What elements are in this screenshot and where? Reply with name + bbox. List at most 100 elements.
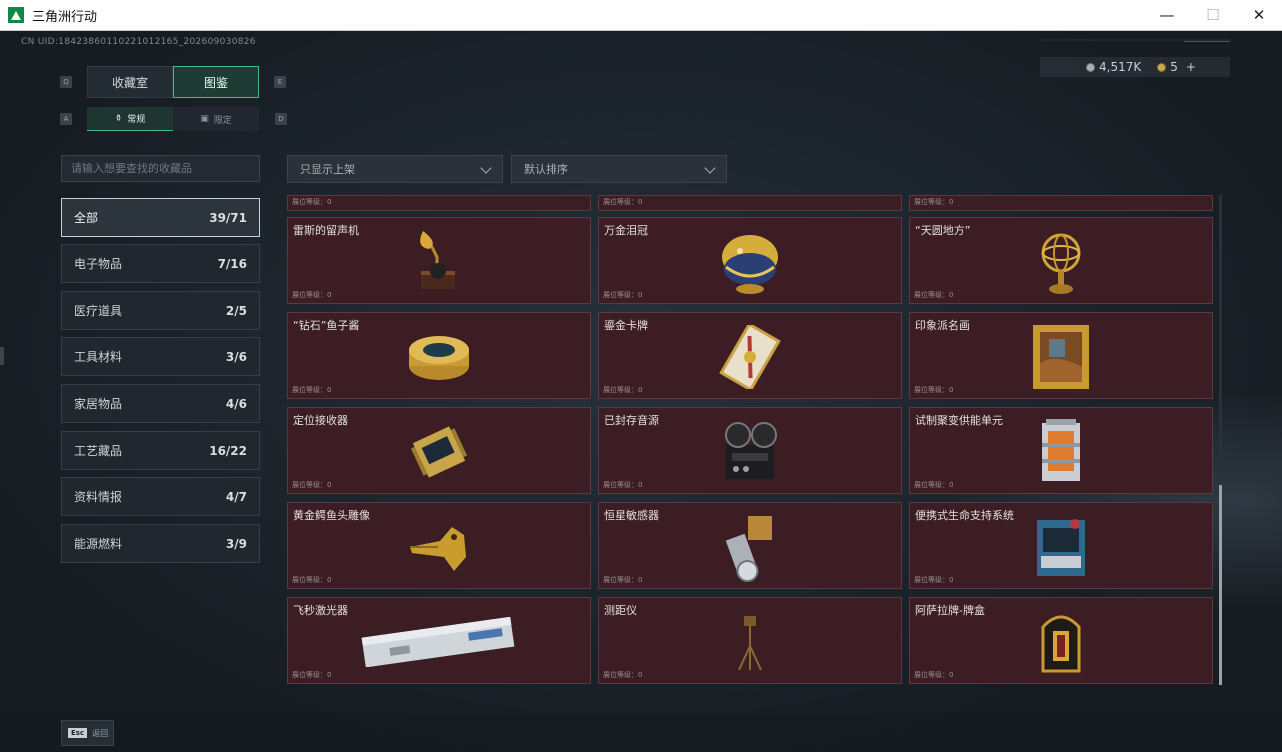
showcase-level: 展位等级：0 bbox=[914, 576, 954, 584]
item-name: 万金泪冠 bbox=[604, 224, 648, 237]
search-input[interactable] bbox=[61, 155, 260, 182]
armillary-sphere-icon bbox=[1036, 227, 1086, 297]
showcase-level: 展位等级：0 bbox=[914, 481, 954, 489]
collection-card-partial[interactable]: 展位等级：0 bbox=[598, 195, 902, 211]
chevron-down-icon bbox=[704, 162, 716, 174]
collection-card[interactable]: 黄金鳄鱼头雕像 展位等级：0 bbox=[287, 502, 591, 589]
minimize-button[interactable]: — bbox=[1144, 0, 1190, 30]
life-support-unit-icon bbox=[1031, 512, 1091, 582]
add-currency-button[interactable]: + bbox=[1186, 60, 1196, 74]
collection-card[interactable]: “钻石”鱼子酱 展位等级：0 bbox=[287, 312, 591, 399]
category-count: 4/7 bbox=[225, 489, 247, 504]
collection-card[interactable]: 万金泪冠 展位等级：0 bbox=[598, 217, 902, 304]
category-medical[interactable]: 医疗道具 2/5 bbox=[61, 291, 260, 330]
collection-card[interactable]: 印象派名画 展位等级：0 bbox=[909, 312, 1213, 399]
divider bbox=[1184, 41, 1230, 42]
collection-card[interactable]: 恒星敏感器 展位等级：0 bbox=[598, 502, 902, 589]
bottom-bar bbox=[0, 714, 1282, 752]
showcase-level: 展位等级：0 bbox=[603, 386, 643, 394]
collection-card-partial[interactable]: 展位等级：0 bbox=[287, 195, 591, 211]
showcase-level: 展位等级：0 bbox=[914, 671, 954, 679]
category-label: 医疗道具 bbox=[74, 304, 123, 318]
gold-amount: 5 bbox=[1170, 60, 1178, 74]
fusion-cell-icon bbox=[1036, 417, 1086, 487]
frame-icon: ▣ bbox=[200, 114, 209, 124]
category-count: 3/6 bbox=[225, 349, 247, 364]
scrollbar-thumb[interactable] bbox=[1219, 485, 1222, 685]
main-tabs: 收藏室 图鉴 bbox=[87, 66, 259, 98]
category-count: 7/16 bbox=[217, 256, 247, 271]
app-logo-icon bbox=[8, 7, 24, 23]
collection-card[interactable]: 定位接收器 展位等级：0 bbox=[287, 407, 591, 494]
key-hint-q: Q bbox=[60, 76, 72, 88]
tab-collection-room[interactable]: 收藏室 bbox=[87, 66, 173, 98]
item-name: 试制聚变供能单元 bbox=[915, 414, 1003, 427]
star-sensor-icon bbox=[722, 512, 778, 582]
category-label: 能源燃料 bbox=[74, 537, 123, 551]
category-label: 工具材料 bbox=[74, 350, 123, 364]
card-box-icon bbox=[1039, 607, 1083, 677]
femtosecond-laser-icon bbox=[359, 617, 519, 667]
showcase-level: 展位等级：0 bbox=[914, 386, 954, 394]
sort-value: 默认排序 bbox=[524, 163, 568, 176]
showcase-level: 展位等级：0 bbox=[914, 291, 954, 299]
item-name: 雷斯的留声机 bbox=[293, 224, 359, 237]
maximize-button[interactable]: ☐ bbox=[1190, 0, 1236, 30]
showcase-level: 展位等级：0 bbox=[603, 291, 643, 299]
collection-card[interactable]: 已封存音源 展位等级：0 bbox=[598, 407, 902, 494]
category-intel[interactable]: 资料情报 4/7 bbox=[61, 477, 260, 516]
category-tools[interactable]: 工具材料 3/6 bbox=[61, 337, 260, 376]
collection-card[interactable]: 试制聚变供能单元 展位等级：0 bbox=[909, 407, 1213, 494]
category-all[interactable]: 全部 39/71 bbox=[61, 198, 260, 237]
reel-tape-recorder-icon bbox=[718, 419, 782, 485]
collection-card[interactable]: 测距仪 展位等级：0 bbox=[598, 597, 902, 684]
back-label: 返回 bbox=[92, 728, 109, 738]
category-energy[interactable]: 能源燃料 3/9 bbox=[61, 524, 260, 563]
window-titlebar: 三角洲行动 — ☐ ✕ bbox=[0, 0, 1282, 31]
category-count: 39/71 bbox=[209, 210, 247, 225]
back-button[interactable]: Esc 返回 bbox=[61, 720, 114, 746]
gold-coin-icon bbox=[1157, 62, 1167, 72]
tab-regular-label: 常规 bbox=[127, 115, 146, 125]
tab-limited[interactable]: ▣ 限定 bbox=[173, 107, 259, 131]
key-hint-e: E bbox=[274, 76, 286, 88]
category-count: 2/5 bbox=[225, 303, 247, 318]
collection-card[interactable]: 便携式生命支持系统 展位等级：0 bbox=[909, 502, 1213, 589]
showcase-level: 展位等级：0 bbox=[603, 481, 643, 489]
tab-catalog[interactable]: 图鉴 bbox=[173, 66, 259, 98]
tab-regular[interactable]: ⚱ 常规 bbox=[87, 107, 173, 131]
showcase-level: 展位等级：0 bbox=[603, 671, 643, 679]
side-handle bbox=[0, 347, 4, 365]
category-household[interactable]: 家居物品 4/6 bbox=[61, 384, 260, 423]
collection-card[interactable]: 雷斯的留声机 展位等级：0 bbox=[287, 217, 591, 304]
item-name: 鎏金卡牌 bbox=[604, 319, 648, 332]
close-button[interactable]: ✕ bbox=[1236, 0, 1282, 30]
showcase-level: 展位等级：0 bbox=[292, 576, 332, 584]
item-name: 阿萨拉牌-牌盒 bbox=[915, 604, 985, 617]
player-uid: CN UID:18423860110221012165_202609030826 bbox=[21, 37, 256, 47]
sort-dropdown[interactable]: 默认排序 bbox=[511, 155, 727, 183]
collection-card[interactable]: 鎏金卡牌 展位等级：0 bbox=[598, 312, 902, 399]
window-controls: — ☐ ✕ bbox=[1144, 0, 1282, 30]
collection-card[interactable]: 阿萨拉牌-牌盒 展位等级：0 bbox=[909, 597, 1213, 684]
shelf-filter-dropdown[interactable]: 只显示上架 bbox=[287, 155, 503, 183]
category-count: 3/9 bbox=[225, 536, 247, 551]
grid-scrollbar[interactable] bbox=[1219, 195, 1222, 685]
showcase-level: 展位等级：0 bbox=[914, 198, 954, 206]
item-name: 恒星敏感器 bbox=[604, 509, 659, 522]
esc-key-icon: Esc bbox=[68, 728, 88, 738]
category-label: 资料情报 bbox=[74, 490, 123, 504]
gold-crocodile-statue-icon bbox=[404, 517, 474, 577]
collection-card[interactable]: 飞秒激光器 展位等级：0 bbox=[287, 597, 591, 684]
category-label: 全部 bbox=[74, 211, 99, 225]
caviar-tin-icon bbox=[404, 330, 474, 384]
key-hint-a: A bbox=[60, 113, 72, 125]
window-title: 三角洲行动 bbox=[32, 9, 98, 25]
collection-card-partial[interactable]: 展位等级：0 bbox=[909, 195, 1213, 211]
gramophone-icon bbox=[409, 227, 469, 297]
category-crafts[interactable]: 工艺藏品 16/22 bbox=[61, 431, 260, 470]
collection-card[interactable]: “天圆地方” 展位等级：0 bbox=[909, 217, 1213, 304]
showcase-level: 展位等级：0 bbox=[292, 291, 332, 299]
item-name: 飞秒激光器 bbox=[293, 604, 348, 617]
category-electronics[interactable]: 电子物品 7/16 bbox=[61, 244, 260, 283]
